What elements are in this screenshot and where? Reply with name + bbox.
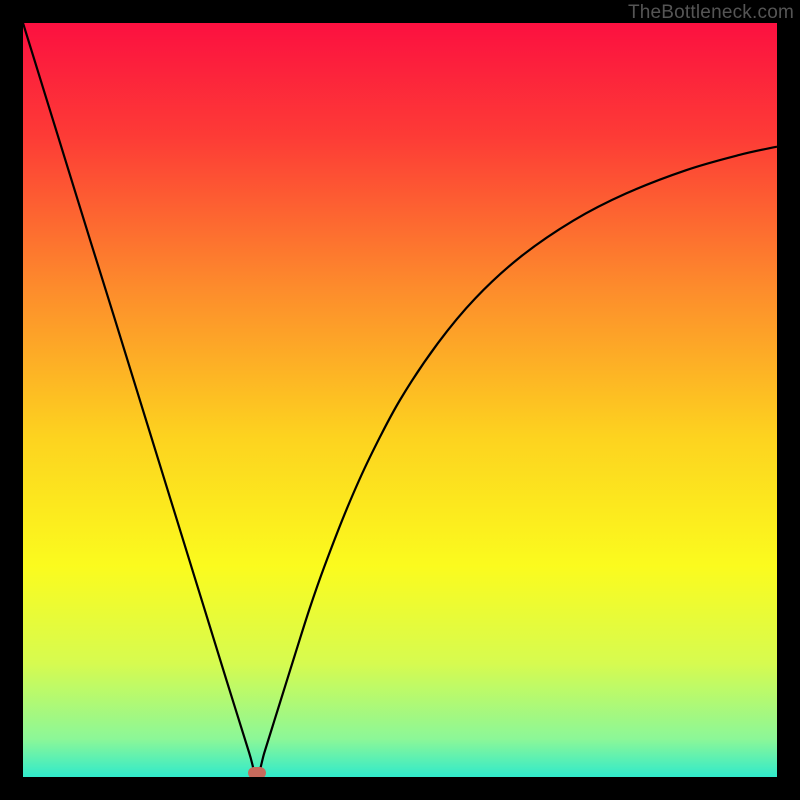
chart-frame: TheBottleneck.com: [0, 0, 800, 800]
bottleneck-curve: [23, 23, 777, 777]
watermark-text: TheBottleneck.com: [628, 2, 794, 24]
minimum-marker: [248, 767, 266, 777]
plot-area: [23, 23, 777, 777]
